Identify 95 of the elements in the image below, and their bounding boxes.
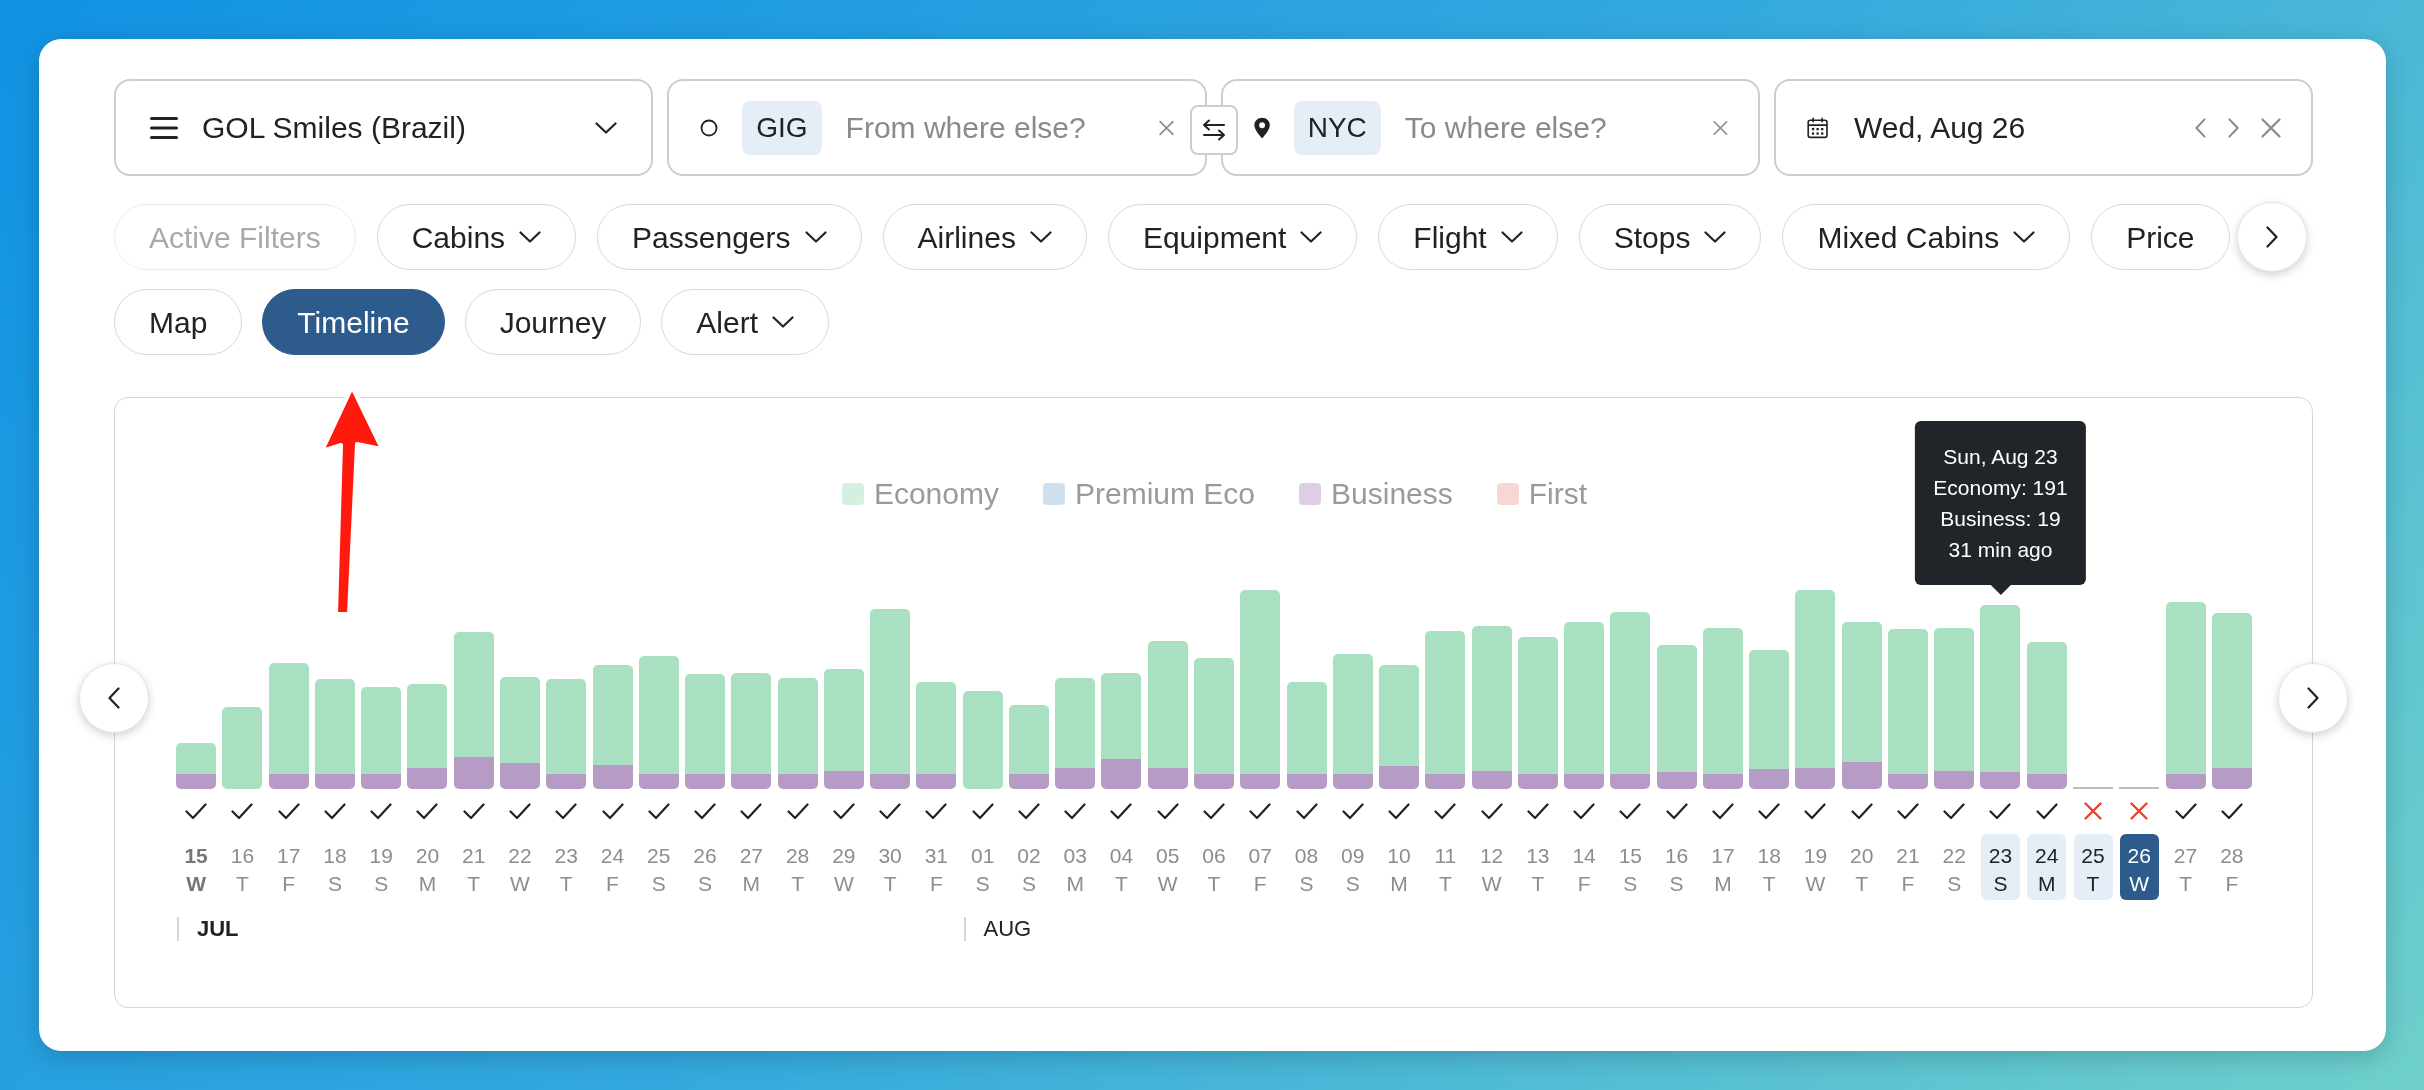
chevron-down-icon — [804, 231, 827, 243]
view-tab[interactable]: Journey — [464, 289, 642, 355]
date-tile[interactable]: 26 W — [2119, 834, 2159, 900]
month-label: JUL — [177, 917, 239, 941]
date-tile[interactable]: 16 S — [1657, 834, 1697, 900]
date-tile[interactable]: 31 F — [916, 834, 956, 900]
legend-label: First — [1528, 476, 1588, 512]
date-tile[interactable]: 05 W — [1148, 834, 1188, 900]
destination-input[interactable]: To where else? — [1404, 107, 1690, 148]
date-tile[interactable]: 27 M — [731, 834, 771, 900]
date-tile[interactable]: 01 S — [963, 834, 1003, 900]
date-tile[interactable]: 06 T — [1194, 834, 1234, 900]
date-tile[interactable]: 20 M — [407, 834, 447, 900]
date-tile[interactable]: 21 T — [454, 834, 494, 900]
date-tile[interactable]: 13 T — [1518, 834, 1558, 900]
origin-input[interactable]: From where else? — [845, 107, 1136, 148]
legend-label: Business — [1331, 476, 1453, 512]
date-tile[interactable]: 23 S — [1981, 834, 2020, 900]
no-data-line — [2119, 787, 2160, 789]
date-field[interactable]: Wed, Aug 26 — [1773, 79, 2313, 176]
tooltip-pointer-icon — [1990, 585, 2011, 595]
date-tile[interactable]: 24 M — [2027, 834, 2067, 900]
date-tile[interactable]: 03 M — [1055, 834, 1095, 900]
date-tile[interactable]: 23 T — [546, 834, 586, 900]
chevron-left-icon — [108, 687, 120, 709]
date-tile[interactable]: 04 T — [1101, 834, 1141, 900]
airport-code-chip: GIG — [742, 100, 822, 155]
chevron-left-icon[interactable] — [2195, 117, 2206, 138]
chevron-down-icon — [1029, 231, 1052, 243]
chevron-down-icon — [519, 231, 542, 243]
chevron-down-icon — [595, 121, 618, 134]
date-tile[interactable]: 30 T — [870, 834, 910, 900]
chart-tooltip: Sun, Aug 23 Economy: 191 Business: 19 31 min ago — [1915, 421, 2086, 595]
date-tile[interactable]: 24 F — [593, 834, 632, 900]
date-tile[interactable]: 25 S — [639, 834, 679, 900]
date-tile[interactable]: 28 T — [778, 834, 818, 900]
date-tile[interactable]: 16 T — [222, 834, 262, 900]
date-tile[interactable]: 15 S — [1610, 834, 1650, 900]
chevron-right-icon — [2266, 226, 2278, 248]
date-tile[interactable]: 22 W — [500, 834, 540, 900]
origin-field[interactable]: GIG From where else? — [667, 79, 1207, 176]
filter-button[interactable]: Equipment — [1107, 204, 1358, 270]
date-tile[interactable]: 25 T — [2073, 834, 2113, 900]
filter-button[interactable]: Stops — [1578, 204, 1762, 270]
date-tile[interactable]: 19 W — [1795, 834, 1835, 900]
date-tile[interactable]: 14 F — [1564, 834, 1604, 900]
date-tile[interactable]: 17 M — [1703, 834, 1743, 900]
view-tab[interactable]: Alert — [661, 289, 830, 355]
date-tile[interactable]: 20 T — [1842, 834, 1882, 900]
month-label: AUG — [963, 917, 1032, 941]
swap-icon — [1200, 119, 1227, 141]
chevron-right-icon[interactable] — [2228, 117, 2239, 138]
filter-button[interactable]: Mixed Cabins — [1782, 204, 2071, 270]
date-tile[interactable]: 26 S — [685, 834, 725, 900]
filter-button[interactable]: Price — [2091, 204, 2230, 270]
chevron-right-icon — [2307, 687, 2319, 709]
swap-button[interactable] — [1189, 105, 1238, 155]
view-tab[interactable]: Timeline — [262, 289, 445, 355]
no-data-line — [2073, 787, 2113, 789]
date-tile[interactable]: 18 T — [1749, 834, 1789, 900]
date-tile[interactable]: 07 F — [1240, 834, 1280, 900]
date-tile[interactable]: 11 T — [1425, 834, 1465, 900]
date-tile[interactable]: 15 W — [176, 834, 216, 900]
date-tile[interactable]: 12 W — [1472, 834, 1512, 900]
stacked-bar — [176, 743, 217, 789]
filter-button[interactable]: Airlines — [882, 204, 1087, 270]
date-input[interactable]: Wed, Aug 26 — [1853, 107, 2169, 148]
filter-button[interactable]: Flight — [1378, 204, 1558, 270]
filter-button[interactable]: Cabins — [376, 204, 577, 270]
date-tile[interactable]: 29 W — [824, 834, 864, 900]
filter-button[interactable]: Passengers — [597, 204, 862, 270]
chevron-down-icon — [1300, 231, 1323, 243]
chevron-down-icon — [772, 316, 795, 328]
date-tile[interactable]: 18 S — [315, 834, 355, 900]
destination-field[interactable]: NYC To where else? — [1220, 79, 1760, 176]
date-tile[interactable]: 22 S — [1934, 834, 1974, 900]
program-select[interactable]: GOL Smiles (Brazil) — [114, 79, 654, 176]
legend-label: Premium Eco — [1074, 476, 1255, 512]
chevron-down-icon — [1704, 231, 1727, 243]
chevron-down-icon — [2013, 231, 2036, 243]
chevron-down-icon — [1500, 231, 1523, 243]
view-tab[interactable]: Map — [114, 289, 243, 355]
clear-icon[interactable] — [2261, 117, 2281, 138]
date-tile[interactable]: 09 S — [1333, 834, 1373, 900]
date-tile[interactable]: 10 M — [1379, 834, 1419, 900]
legend-label: Economy — [873, 476, 999, 512]
date-tile[interactable]: 19 S — [361, 834, 401, 900]
menu-icon — [150, 116, 178, 139]
date-tile[interactable]: 02 S — [1009, 834, 1049, 900]
date-tile[interactable]: 27 T — [2166, 834, 2206, 900]
date-tile[interactable]: 28 F — [2212, 834, 2252, 900]
date-tile[interactable]: 17 F — [269, 834, 309, 900]
date-tile[interactable]: 21 F — [1888, 834, 1928, 900]
airport-code-chip: NYC — [1293, 100, 1381, 155]
date-tile[interactable]: 08 S — [1287, 834, 1326, 900]
